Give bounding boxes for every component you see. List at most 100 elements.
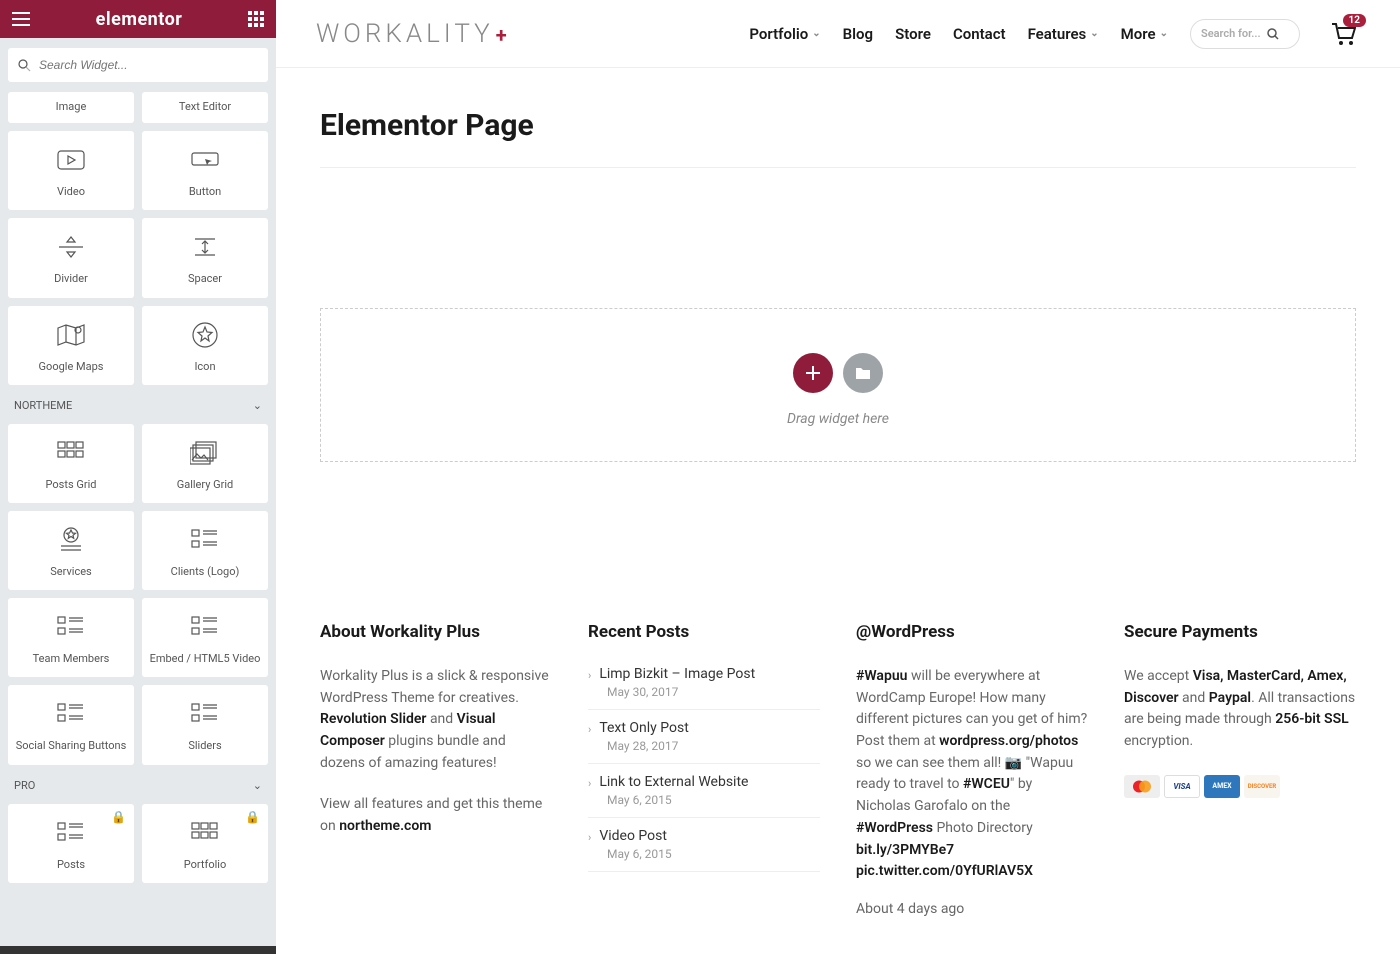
template-library-button[interactable] <box>843 353 883 393</box>
widget-team-members[interactable]: Team Members <box>8 598 134 677</box>
list-item[interactable]: ›Limp Bizkit – Image PostMay 30, 2017 <box>588 666 820 710</box>
site-logo[interactable]: WORKALITY+ <box>316 19 511 49</box>
chevron-down-icon: ⌄ <box>253 779 262 792</box>
post-date: May 30, 2017 <box>607 685 820 699</box>
post-title: Link to External Website <box>599 774 748 790</box>
main-nav: Portfolio⌄ Blog Store Contact Features⌄ … <box>749 19 1356 49</box>
elementor-sidebar: elementor Image Text Editor Video Button… <box>0 0 276 954</box>
footer-recent-posts: Recent Posts ›Limp Bizkit – Image PostMa… <box>588 622 820 917</box>
nav-features[interactable]: Features⌄ <box>1028 25 1099 43</box>
divider-icon <box>56 232 86 262</box>
post-title: Video Post <box>599 828 667 844</box>
widget-embed-html5[interactable]: Embed / HTML5 Video <box>142 598 268 677</box>
list-icon <box>190 525 220 555</box>
widget-label: Sliders <box>188 739 221 752</box>
widget-label: Divider <box>54 272 88 285</box>
video-icon <box>56 145 86 175</box>
widget-search-input[interactable] <box>39 58 258 72</box>
footer-heading: Secure Payments <box>1124 622 1356 642</box>
list-icon <box>56 699 86 729</box>
visa-icon: VISA <box>1164 775 1200 798</box>
widget-text-editor[interactable]: Text Editor <box>142 92 268 123</box>
footer-heading: Recent Posts <box>588 622 820 642</box>
sidebar-header: elementor <box>0 0 276 38</box>
widget-spacer[interactable]: Spacer <box>142 218 268 297</box>
footer-widgets: About Workality Plus Workality Plus is a… <box>320 622 1356 917</box>
list-icon <box>190 699 220 729</box>
widget-label: Social Sharing Buttons <box>16 739 127 752</box>
widget-services[interactable]: Services <box>8 511 134 590</box>
list-item[interactable]: ›Link to External WebsiteMay 6, 2015 <box>588 764 820 818</box>
spacer-icon <box>190 232 220 262</box>
nav-contact[interactable]: Contact <box>953 25 1006 43</box>
list-item[interactable]: ›Text Only PostMay 28, 2017 <box>588 710 820 764</box>
services-icon <box>56 525 86 555</box>
widget-label: Team Members <box>33 652 110 665</box>
nav-blog[interactable]: Blog <box>843 25 873 43</box>
mastercard-icon <box>1124 775 1160 798</box>
gallery-icon <box>190 438 220 468</box>
payment-icons: VISA AMEX DISCOVER <box>1124 775 1356 798</box>
apps-grid-icon[interactable] <box>248 11 264 27</box>
widget-clients-logo[interactable]: Clients (Logo) <box>142 511 268 590</box>
chevron-down-icon: ⌄ <box>1090 28 1098 39</box>
widget-label: Google Maps <box>39 360 104 373</box>
widget-portfolio-pro[interactable]: 🔒 Portfolio <box>142 804 268 883</box>
nav-more[interactable]: More⌄ <box>1121 25 1168 43</box>
nav-portfolio[interactable]: Portfolio⌄ <box>749 25 820 43</box>
folder-icon <box>855 366 871 380</box>
dropzone-hint: Drag widget here <box>321 411 1355 427</box>
widget-icon[interactable]: Icon <box>142 306 268 385</box>
add-section-button[interactable] <box>793 353 833 393</box>
site-header: WORKALITY+ Portfolio⌄ Blog Store Contact… <box>276 0 1400 68</box>
widget-gallery-grid[interactable]: Gallery Grid <box>142 424 268 503</box>
button-icon <box>190 145 220 175</box>
widget-video[interactable]: Video <box>8 131 134 210</box>
widget-search[interactable] <box>8 48 268 82</box>
list-item[interactable]: › Video Post May 6, 2015 <box>588 818 820 872</box>
chevron-down-icon: ⌄ <box>812 28 820 39</box>
about-text-2: View all features and get this theme on … <box>320 794 552 837</box>
hamburger-icon[interactable] <box>12 12 30 26</box>
cart-button[interactable]: 12 <box>1330 22 1356 46</box>
grid-icon <box>56 438 86 468</box>
site-search[interactable]: Search for... <box>1190 19 1300 49</box>
widget-label: Icon <box>194 360 215 373</box>
widget-divider[interactable]: Divider <box>8 218 134 297</box>
widget-google-maps[interactable]: Google Maps <box>8 306 134 385</box>
post-date: May 6, 2015 <box>607 793 820 807</box>
section-northeme[interactable]: NORTHEME⌄ <box>0 385 276 424</box>
widget-posts-grid[interactable]: Posts Grid <box>8 424 134 503</box>
widget-social-sharing[interactable]: Social Sharing Buttons <box>8 685 134 764</box>
chevron-down-icon: ⌄ <box>1160 28 1168 39</box>
widget-image[interactable]: Image <box>8 92 134 123</box>
widget-label: Button <box>189 185 221 198</box>
widget-label: Services <box>50 565 91 578</box>
widget-label: Portfolio <box>184 858 226 871</box>
post-date: May 6, 2015 <box>607 847 820 861</box>
lock-icon: 🔒 <box>245 810 260 824</box>
section-pro[interactable]: PRO⌄ <box>0 765 276 804</box>
map-icon <box>56 320 86 350</box>
chevron-right-icon: › <box>588 723 591 736</box>
divider <box>320 167 1356 168</box>
post-date: May 28, 2017 <box>607 739 820 753</box>
widget-label: Image <box>56 100 87 113</box>
elementor-dropzone[interactable]: Drag widget here <box>320 308 1356 462</box>
widget-sliders[interactable]: Sliders <box>142 685 268 764</box>
search-icon <box>1267 28 1279 40</box>
widget-posts-pro[interactable]: 🔒 Posts <box>8 804 134 883</box>
widget-label: Video <box>57 185 85 198</box>
widget-button[interactable]: Button <box>142 131 268 210</box>
chevron-right-icon: › <box>588 831 591 844</box>
nav-store[interactable]: Store <box>895 25 931 43</box>
footer-about: About Workality Plus Workality Plus is a… <box>320 622 552 917</box>
about-text: Workality Plus is a slick & responsive W… <box>320 666 552 774</box>
secure-text: We accept Visa, MasterCard, Amex, Discov… <box>1124 666 1356 753</box>
search-icon <box>18 59 31 72</box>
widget-label: Posts <box>57 858 85 871</box>
widget-label: Spacer <box>188 272 222 285</box>
discover-icon: DISCOVER <box>1244 775 1280 798</box>
chevron-down-icon: ⌄ <box>253 399 262 412</box>
lock-icon: 🔒 <box>111 810 126 824</box>
